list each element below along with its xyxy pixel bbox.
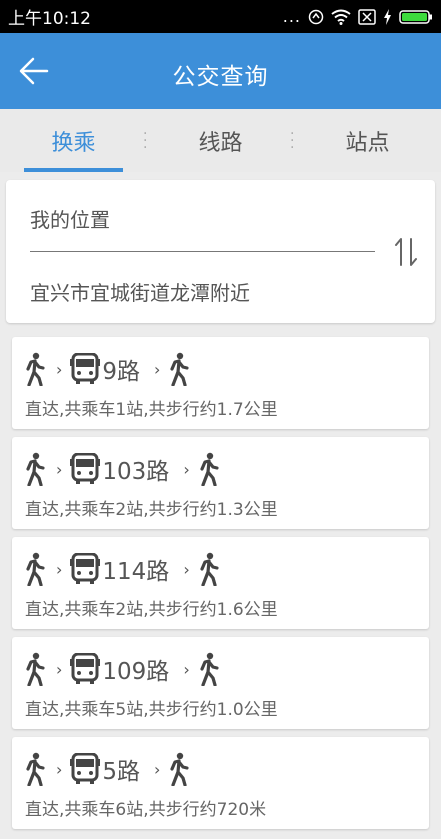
walk-icon [170, 752, 190, 786]
chevron-right-icon: › [56, 759, 63, 779]
route-item[interactable]: › 103路 › 直达,共乘车2站,共步行约1.3公里 [12, 437, 429, 529]
bus-icon [70, 753, 101, 784]
bus-icon [70, 353, 101, 384]
route-item[interactable]: › 5路 › 直达,共乘车6站,共步行约720米 [12, 737, 429, 829]
walk-icon [26, 552, 45, 586]
route-name: 114路 [102, 559, 170, 585]
status-icons: ... [282, 6, 433, 26]
walk-icon [26, 752, 45, 786]
chevron-right-icon: › [154, 359, 161, 379]
battery-icon [399, 9, 432, 24]
walk-icon [26, 352, 45, 386]
route-item[interactable]: › 114路 › 直达,共乘车2站,共步行约1.6公里 [12, 537, 429, 629]
route-steps: › 114路 › [24, 551, 220, 587]
route-name: 9路 [102, 359, 141, 385]
route-description: 直达,共乘车6站,共步行约720米 [25, 800, 267, 820]
swap-arrows-icon [395, 238, 417, 266]
chevron-right-icon: › [56, 459, 63, 479]
sync-icon [308, 9, 324, 24]
no-sim-icon [358, 8, 376, 25]
divider [30, 251, 375, 252]
location-card: 我的位置 宜兴市宜城街道龙潭附近 [6, 180, 435, 323]
route-description: 直达,共乘车5站,共步行约1.0公里 [25, 700, 278, 720]
destination-field[interactable]: 宜兴市宜城街道龙潭附近 [30, 277, 250, 306]
tab-bar: 换乘 · · · 线路 · · · 站点 [0, 109, 441, 172]
status-time: 上午10:12 [8, 9, 91, 29]
route-name: 103路 [102, 459, 170, 485]
swap-button[interactable] [389, 235, 423, 269]
more-dots-icon: ... [282, 6, 301, 26]
route-description: 直达,共乘车2站,共步行约1.6公里 [25, 600, 278, 620]
walk-icon [26, 452, 45, 486]
route-steps: › 103路 › [24, 451, 220, 487]
route-name: 5路 [102, 759, 141, 785]
tab-label: 换乘 [51, 130, 96, 156]
route-list: › 9路 › 直达,共乘车1站,共步行约1.7公里 › 103路 › 直达,共乘车2站,共步行… [12, 337, 429, 837]
tab-station[interactable]: 站点 [294, 109, 441, 172]
route-description: 直达,共乘车1站,共步行约1.7公里 [25, 400, 278, 420]
walk-icon [200, 652, 219, 686]
status-bar: 上午10:12 ... [0, 0, 441, 33]
origin-field[interactable]: 我的位置 [30, 204, 110, 233]
tab-line[interactable]: 线路 · · · [147, 109, 294, 172]
walk-icon [200, 552, 219, 586]
route-item[interactable]: › 109路 › 直达,共乘车5站,共步行约1.0公里 [12, 637, 429, 729]
bus-icon [70, 653, 101, 684]
route-steps: › 109路 › [24, 651, 220, 687]
chevron-right-icon: › [56, 559, 63, 579]
route-item[interactable]: › 9路 › 直达,共乘车1站,共步行约1.7公里 [12, 337, 429, 429]
bus-icon [70, 553, 101, 584]
tab-transfer[interactable]: 换乘 · · · [0, 109, 147, 172]
chevron-right-icon: › [56, 659, 63, 679]
charging-icon [384, 8, 391, 25]
wifi-icon [331, 9, 351, 25]
route-name: 109路 [102, 659, 170, 685]
walk-icon [26, 652, 45, 686]
chevron-right-icon: › [56, 359, 63, 379]
walk-icon [170, 352, 190, 386]
route-steps: › 9路 › [24, 351, 190, 387]
tab-label: 站点 [345, 130, 390, 156]
chevron-right-icon: › [183, 659, 190, 679]
route-description: 直达,共乘车2站,共步行约1.3公里 [25, 500, 278, 520]
page-title: 公交查询 [172, 64, 269, 90]
bus-icon [70, 453, 101, 484]
app-bar: 公交查询 [0, 33, 441, 109]
walk-icon [200, 452, 219, 486]
chevron-right-icon: › [183, 559, 190, 579]
chevron-right-icon: › [183, 459, 190, 479]
tab-label: 线路 [198, 130, 243, 156]
route-steps: › 5路 › [24, 751, 190, 787]
chevron-right-icon: › [154, 759, 161, 779]
